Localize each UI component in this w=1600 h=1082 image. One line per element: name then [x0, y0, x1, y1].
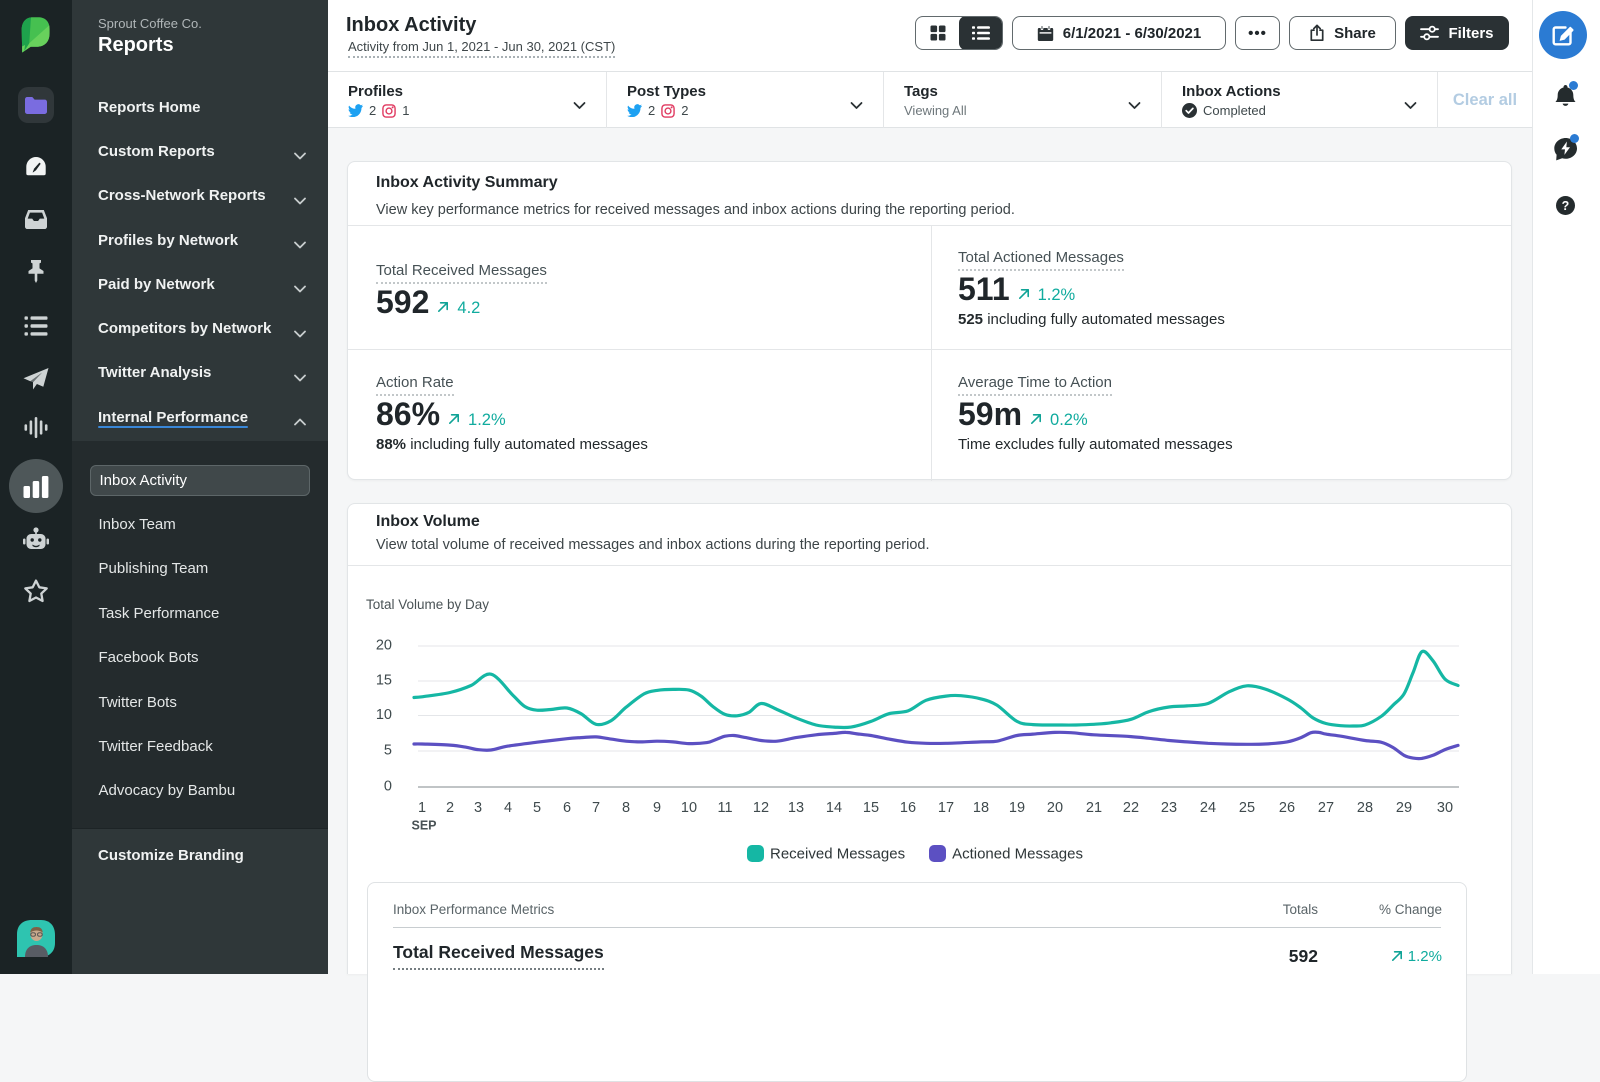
- svg-text:14: 14: [826, 800, 842, 816]
- svg-text:10: 10: [681, 800, 697, 816]
- svg-text:2: 2: [446, 800, 454, 816]
- svg-text:18: 18: [973, 800, 989, 816]
- svg-text:28: 28: [1357, 800, 1373, 816]
- svg-text:21: 21: [1086, 800, 1102, 816]
- svg-text:6: 6: [563, 800, 571, 816]
- svg-text:5: 5: [384, 743, 392, 759]
- svg-text:11: 11: [717, 800, 732, 816]
- svg-text:1: 1: [418, 800, 426, 816]
- svg-text:10: 10: [376, 707, 392, 723]
- svg-text:17: 17: [938, 800, 954, 816]
- svg-text:SEP: SEP: [411, 819, 436, 833]
- svg-text:26: 26: [1279, 800, 1295, 816]
- svg-text:20: 20: [376, 638, 392, 654]
- svg-text:13: 13: [788, 800, 804, 816]
- svg-text:4: 4: [504, 800, 512, 816]
- svg-text:25: 25: [1239, 800, 1255, 816]
- svg-text:0: 0: [384, 779, 392, 795]
- svg-text:12: 12: [753, 800, 769, 816]
- svg-text:27: 27: [1318, 800, 1334, 816]
- svg-text:?: ?: [1562, 199, 1570, 213]
- svg-text:16: 16: [900, 800, 916, 816]
- svg-text:8: 8: [622, 800, 630, 816]
- svg-text:19: 19: [1009, 800, 1025, 816]
- svg-text:22: 22: [1123, 800, 1139, 816]
- svg-text:29: 29: [1396, 800, 1412, 816]
- svg-text:3: 3: [474, 800, 482, 816]
- svg-text:7: 7: [592, 800, 600, 816]
- svg-text:5: 5: [533, 800, 541, 816]
- svg-text:20: 20: [1047, 800, 1063, 816]
- svg-text:9: 9: [653, 800, 661, 816]
- svg-text:15: 15: [376, 673, 392, 689]
- svg-text:23: 23: [1161, 800, 1177, 816]
- svg-text:24: 24: [1200, 800, 1216, 816]
- svg-text:15: 15: [863, 800, 879, 816]
- svg-text:30: 30: [1437, 800, 1453, 816]
